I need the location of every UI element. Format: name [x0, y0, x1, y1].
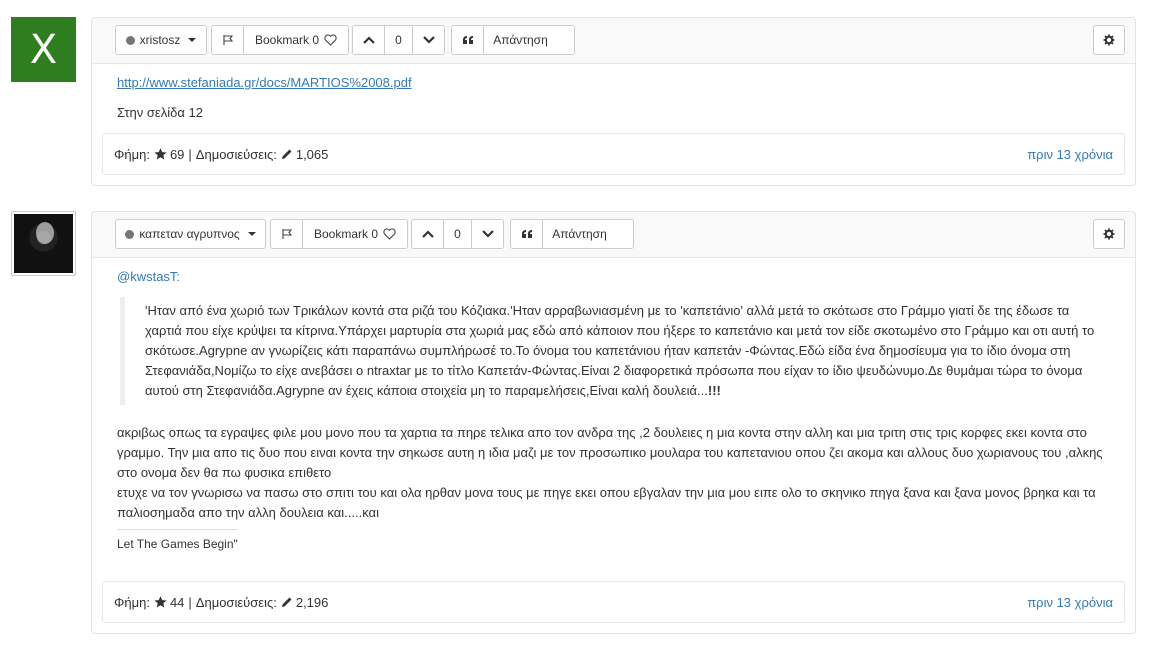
reply-icon [611, 229, 623, 239]
post-content: @kwstasT: 'Ηταν από ένα χωριό των Τρικάλ… [92, 258, 1135, 554]
post-timestamp[interactable]: πριν 13 χρόνια [1027, 147, 1113, 162]
signature: Let The Games Begin" [117, 537, 238, 551]
pencil-icon [281, 597, 292, 607]
quote-button[interactable] [510, 219, 543, 249]
flag-icon [222, 35, 233, 45]
post-text: Στην σελίδα 12 [117, 105, 203, 120]
flag-button[interactable] [211, 25, 244, 55]
stats-separator: | [188, 146, 192, 162]
reply-button[interactable]: Απάντηση [483, 25, 575, 55]
bookmark-button[interactable]: Bookmark 0 [302, 219, 408, 249]
quote-icon [521, 230, 532, 238]
post-card: xristosz Bookmark 0 0 Απάντηση http://ww… [91, 17, 1136, 186]
reply-label: Απάντηση [493, 33, 548, 47]
bookmark-group: Bookmark 0 [270, 219, 408, 249]
reputation-label: Φήμη: [114, 146, 150, 162]
bookmark-button[interactable]: Bookmark 0 [243, 25, 349, 55]
post-card: καπεταν αγρυπνος Bookmark 0 0 Απάντηση @… [91, 211, 1136, 634]
user-stats: Φήμη: 69 | Δημοσιεύσεις: 1,065 [114, 147, 328, 162]
chevron-down-icon [422, 36, 435, 44]
reputation-label: Φήμη: [114, 594, 150, 610]
star-icon [154, 148, 167, 160]
status-dot-icon [125, 35, 135, 45]
quote-bold: !!! [707, 383, 721, 398]
vote-count: 0 [443, 219, 472, 249]
status-dot-icon [125, 229, 135, 239]
flag-icon [281, 229, 292, 239]
vote-count: 0 [384, 25, 413, 55]
reply-group: Απάντηση [451, 25, 575, 55]
upvote-button[interactable] [411, 219, 444, 249]
chevron-down-icon [481, 230, 494, 238]
username: xristosz [139, 33, 181, 47]
bookmark-label: Bookmark 0 [254, 33, 320, 47]
posts-value: 1,065 [295, 146, 329, 162]
pencil-icon [281, 149, 292, 159]
post-text: ακριβως οπως τα εγραψες φιλε μου μονο πο… [117, 423, 1110, 523]
quoted-text: 'Ηταν από ένα χωριό των Τρικάλων κοντά σ… [120, 297, 1110, 405]
posts-value: 2,196 [295, 594, 329, 610]
reply-icon [552, 35, 564, 45]
user-mention[interactable]: @kwstasT: [117, 269, 180, 284]
signature-divider [117, 529, 237, 530]
avatar[interactable]: X [11, 17, 76, 82]
heart-icon [324, 34, 337, 46]
user-stats: Φήμη: 44 | Δημοσιεύσεις: 2,196 [114, 595, 328, 610]
flag-button[interactable] [270, 219, 303, 249]
bookmark-group: Bookmark 0 [211, 25, 349, 55]
post-timestamp[interactable]: πριν 13 χρόνια [1027, 595, 1113, 610]
vote-count-value: 0 [395, 33, 402, 47]
pdf-link[interactable]: http://www.stefaniada.gr/docs/MARTIOS%20… [117, 75, 412, 90]
post-footer: Φήμη: 69 | Δημοσιεύσεις: 1,065 πριν 13 χ… [102, 133, 1125, 175]
downvote-button[interactable] [412, 25, 445, 55]
vote-group: 0 [352, 25, 445, 55]
quote-body: 'Ηταν από ένα χωριό των Τρικάλων κοντά σ… [145, 303, 1095, 398]
user-dropdown-button[interactable]: καπεταν αγρυπνος [115, 219, 266, 249]
stats-separator: | [188, 594, 192, 610]
avatar-letter: X [29, 26, 58, 73]
chevron-up-icon [421, 230, 434, 238]
downvote-button[interactable] [471, 219, 504, 249]
reply-button[interactable]: Απάντηση [542, 219, 634, 249]
gear-icon [1103, 34, 1115, 46]
posts-label: Δημοσιεύσεις: [195, 146, 277, 162]
post-toolbar: xristosz Bookmark 0 0 Απάντηση [92, 18, 1135, 64]
vote-count-value: 0 [454, 227, 461, 241]
post-toolbar: καπεταν αγρυπνος Bookmark 0 0 Απάντηση [92, 212, 1135, 258]
username: καπεταν αγρυπνος [139, 227, 240, 241]
reputation-value: 69 [169, 146, 185, 162]
post-text-line: ετυχε να τον γνωρισω να πασω στο σπιτι τ… [117, 485, 1096, 520]
vote-group: 0 [411, 219, 504, 249]
heart-icon [383, 228, 396, 240]
gear-icon [1103, 228, 1115, 240]
caret-down-icon [188, 38, 197, 42]
posts-label: Δημοσιεύσεις: [195, 594, 277, 610]
star-icon [154, 596, 167, 608]
user-dropdown-button[interactable]: xristosz [115, 25, 207, 55]
caret-down-icon [247, 232, 256, 236]
quote-icon [462, 36, 473, 44]
chevron-up-icon [362, 36, 375, 44]
reply-label: Απάντηση [552, 227, 607, 241]
bookmark-label: Bookmark 0 [313, 227, 379, 241]
post-text-line: ακριβως οπως τα εγραψες φιλε μου μονο πο… [117, 425, 1103, 480]
avatar[interactable] [11, 211, 76, 276]
quote-button[interactable] [451, 25, 484, 55]
post-content: http://www.stefaniada.gr/docs/MARTIOS%20… [92, 64, 1135, 123]
reputation-value: 44 [169, 594, 185, 610]
post-tools-button[interactable] [1093, 25, 1125, 55]
post-tools-button[interactable] [1093, 219, 1125, 249]
avatar-photo [14, 214, 73, 273]
upvote-button[interactable] [352, 25, 385, 55]
post-footer: Φήμη: 44 | Δημοσιεύσεις: 2,196 πριν 13 χ… [102, 581, 1125, 623]
reply-group: Απάντηση [510, 219, 634, 249]
